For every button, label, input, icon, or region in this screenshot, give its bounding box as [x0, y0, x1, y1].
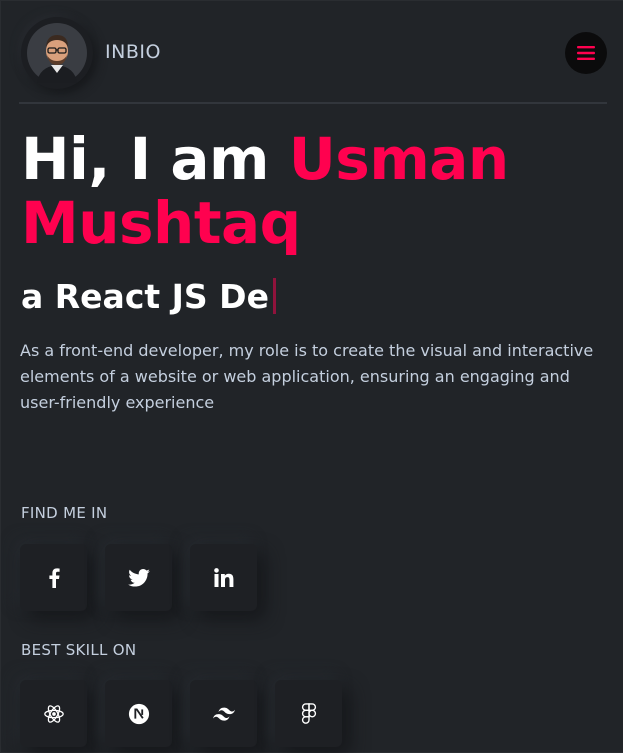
site-header: INBIO	[19, 15, 609, 91]
twitter-icon	[127, 568, 150, 587]
intro-description: As a front-end developer, my role is to …	[20, 341, 594, 412]
twitter-button[interactable]	[105, 544, 172, 611]
role-typewriter: a React JS De	[21, 275, 276, 319]
hamburger-menu-icon	[577, 46, 595, 60]
hero-greeting: Hi, I am	[21, 125, 270, 193]
scrollbar-track[interactable]	[623, 0, 631, 753]
tailwind-icon	[212, 707, 235, 721]
header-divider	[19, 102, 607, 104]
typing-cursor	[272, 278, 276, 314]
brand-name[interactable]: INBIO	[105, 41, 161, 63]
hero-title: Hi, I am Usman Mushtaq	[21, 127, 581, 255]
hero-last-name: Mushtaq	[21, 189, 301, 257]
role-text: a React JS De	[21, 277, 269, 316]
social-links	[20, 544, 257, 611]
profile-photo-icon	[27, 23, 87, 83]
best-skill-label: BEST SKILL ON	[21, 641, 137, 659]
facebook-button[interactable]	[20, 544, 87, 611]
skill-react[interactable]	[20, 680, 87, 747]
hero-first-name: Usman	[288, 125, 509, 193]
facebook-icon	[48, 567, 60, 588]
linkedin-button[interactable]	[190, 544, 257, 611]
skill-icons	[20, 680, 342, 747]
nextjs-icon	[128, 703, 149, 724]
linkedin-icon	[213, 568, 233, 587]
react-icon	[43, 704, 64, 723]
page-frame: INBIO Hi, I am Usman Mushtaq a React JS D…	[0, 0, 631, 753]
figma-icon	[301, 702, 316, 724]
skill-figma[interactable]	[275, 680, 342, 747]
skill-nextjs[interactable]	[105, 680, 172, 747]
menu-button[interactable]	[565, 32, 607, 74]
skill-tailwind[interactable]	[190, 680, 257, 747]
avatar[interactable]	[21, 17, 93, 89]
find-me-label: FIND ME IN	[21, 504, 108, 522]
